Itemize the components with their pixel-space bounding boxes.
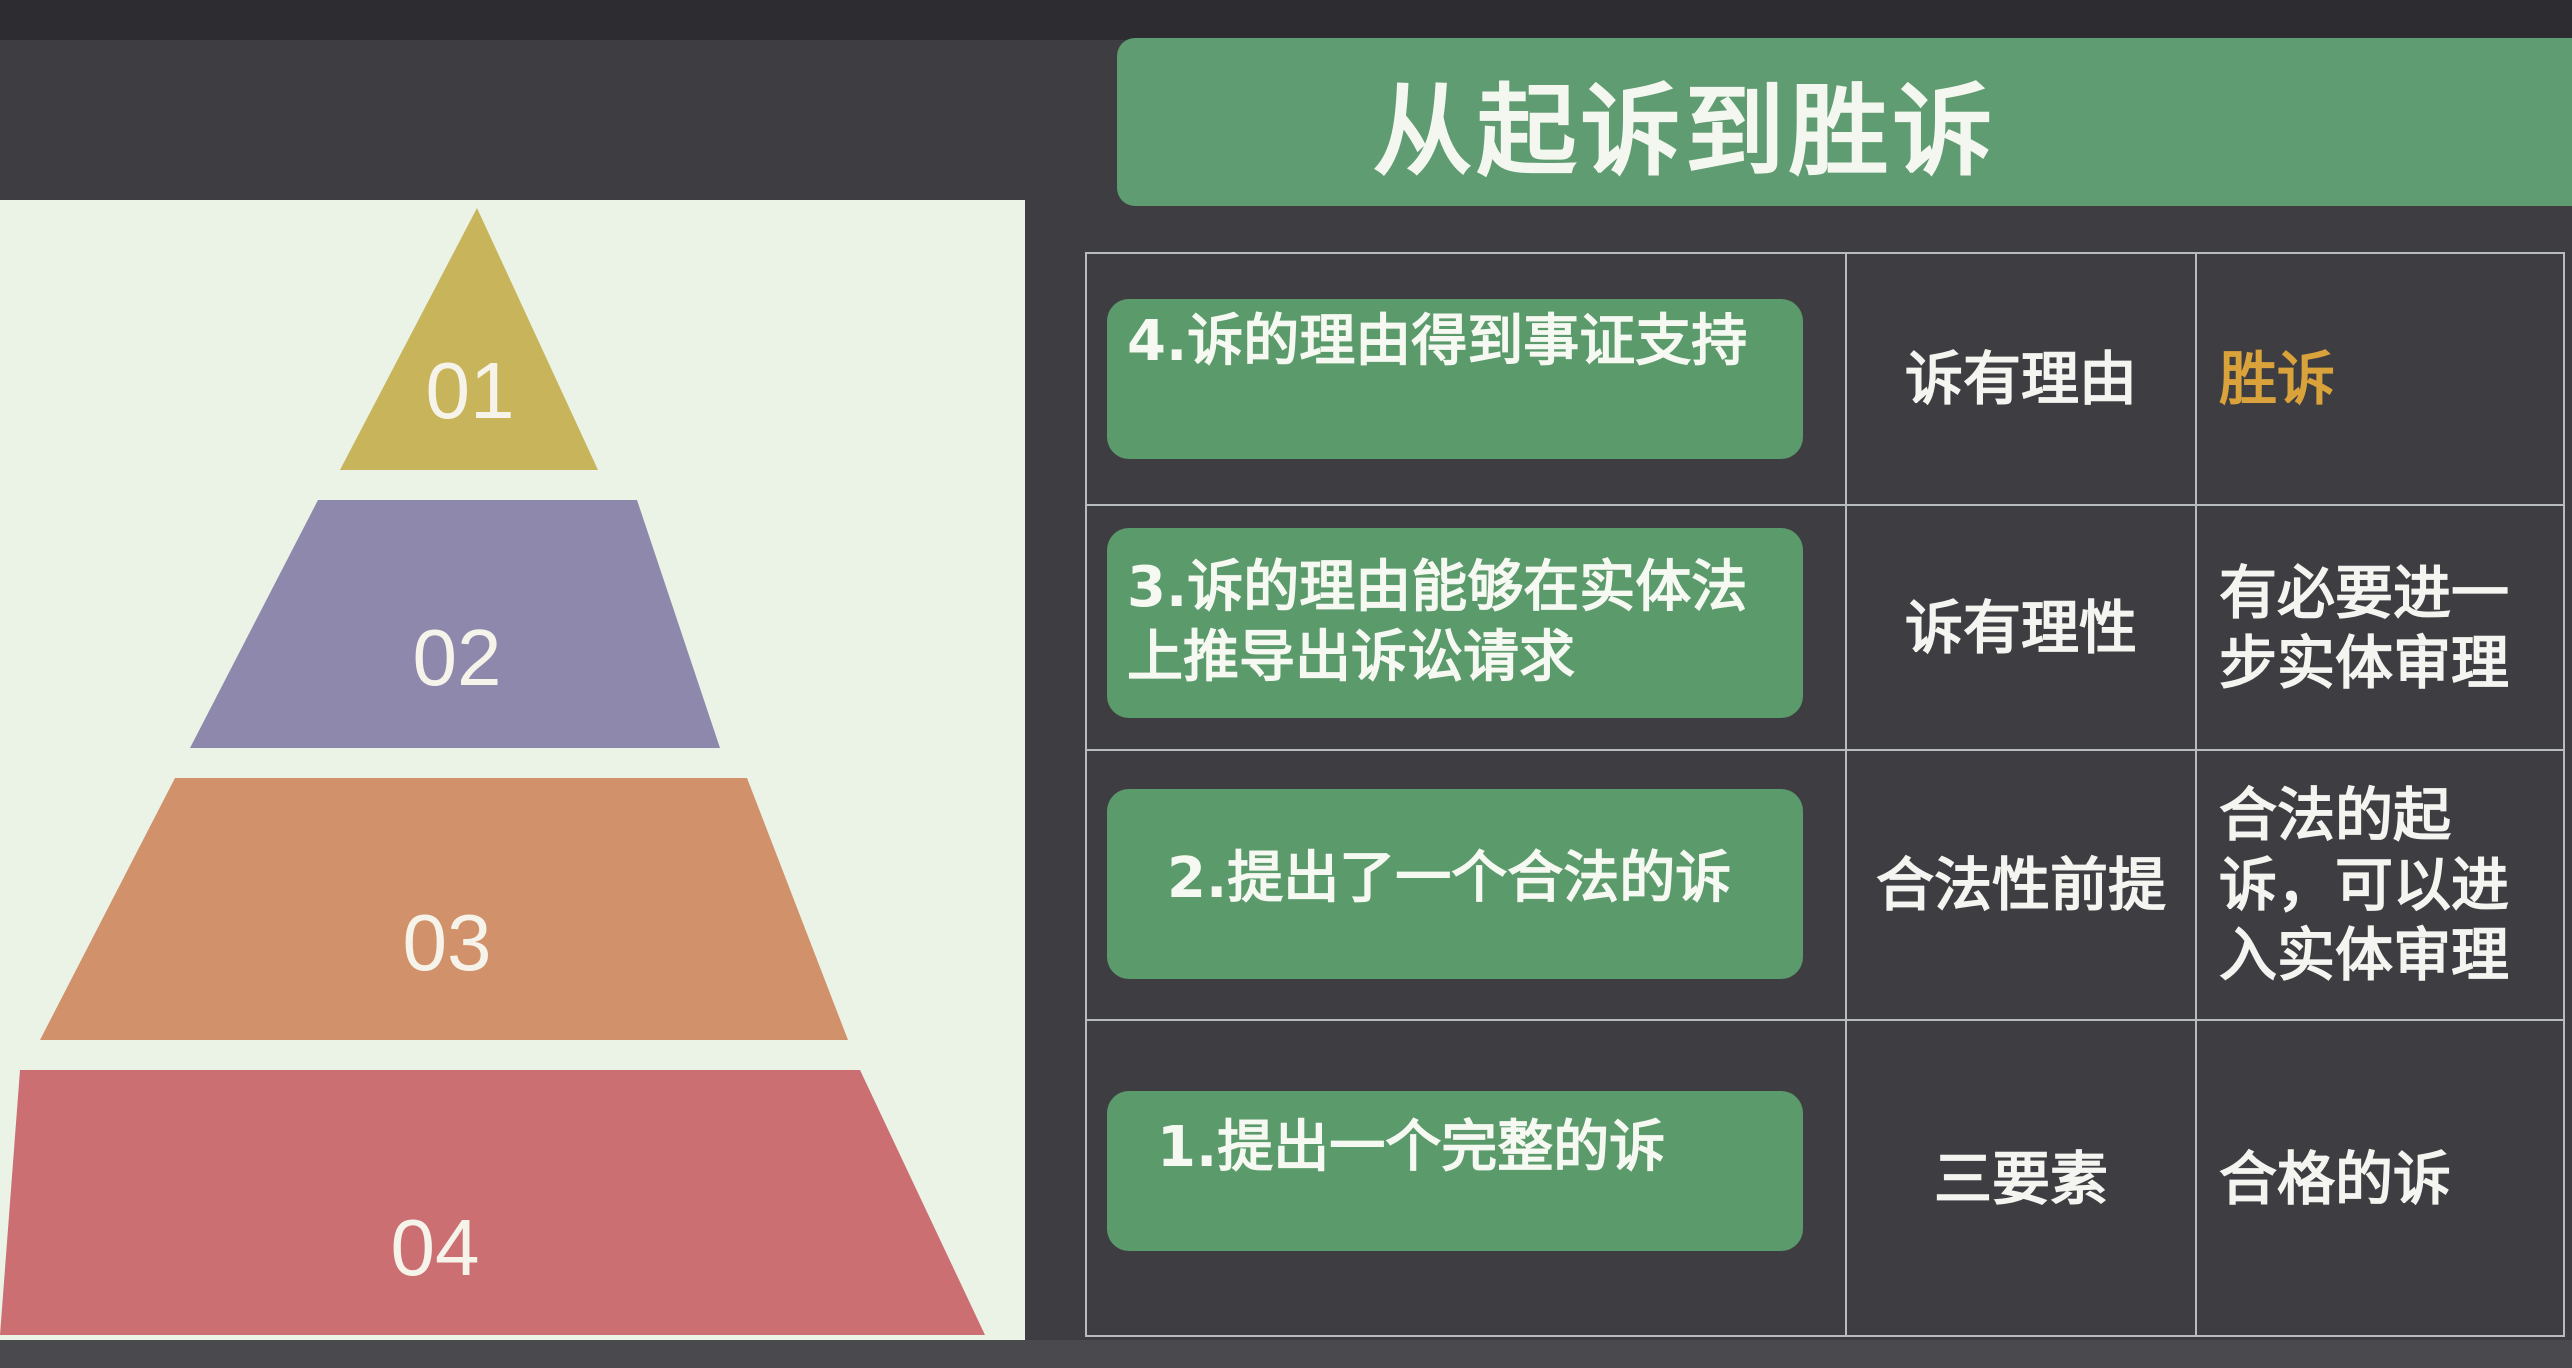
screen-top-edge xyxy=(0,0,2572,40)
step-cell: 2.提出了一个合法的诉 xyxy=(1087,751,1847,1019)
litigation-steps-table: 4.诉的理由得到事证支持 诉有理由 胜诉 3.诉的理由能够在实体法上推导出诉讼请… xyxy=(1085,252,2565,1337)
result-text: 合法的起诉，可以进入实体审理 xyxy=(2219,781,2510,989)
pyramid-label-01: 01 xyxy=(426,346,515,435)
table-row: 1.提出一个完整的诉 三要素 合格的诉 xyxy=(1087,1019,2563,1337)
table-row: 3.诉的理由能够在实体法上推导出诉讼请求 诉有理性 有必要进一步实体审理 xyxy=(1087,504,2563,749)
condition-cell: 三要素 xyxy=(1847,1021,2197,1337)
result-text: 合格的诉 xyxy=(2219,1145,2452,1213)
result-text: 有必要进一步实体审理 xyxy=(2219,558,2510,697)
screen-bottom-edge xyxy=(0,1340,2572,1368)
step-cell: 1.提出一个完整的诉 xyxy=(1087,1021,1847,1337)
condition-cell: 诉有理性 xyxy=(1847,506,2197,749)
pyramid-label-02: 02 xyxy=(413,613,502,702)
step-cell: 3.诉的理由能够在实体法上推导出诉讼请求 xyxy=(1087,506,1847,749)
pyramid-label-04: 04 xyxy=(391,1203,480,1292)
condition-cell: 合法性前提 xyxy=(1847,751,2197,1019)
step-label: 3.诉的理由能够在实体法上推导出诉讼请求 xyxy=(1107,528,1803,718)
pyramid-label-03: 03 xyxy=(403,898,492,987)
result-cell: 合法的起诉，可以进入实体审理 xyxy=(2197,751,2567,1019)
pyramid-diagram: 01 02 03 04 xyxy=(0,208,985,1335)
result-cell: 合格的诉 xyxy=(2197,1021,2567,1337)
result-text: 胜诉 xyxy=(2219,345,2336,413)
condition-text: 合法性前提 xyxy=(1875,851,2166,919)
step-label: 4.诉的理由得到事证支持 xyxy=(1107,299,1803,459)
slide-title: 从起诉到胜诉 xyxy=(1372,72,1997,190)
condition-text: 诉有理由 xyxy=(1904,345,2137,413)
step-cell: 4.诉的理由得到事证支持 xyxy=(1087,254,1847,504)
result-cell: 胜诉 xyxy=(2197,254,2567,504)
step-label: 2.提出了一个合法的诉 xyxy=(1107,789,1803,979)
step-label: 1.提出一个完整的诉 xyxy=(1107,1091,1803,1251)
pyramid-level-04 xyxy=(0,1070,985,1335)
title-banner: 从起诉到胜诉 xyxy=(1117,38,2572,206)
condition-text: 诉有理性 xyxy=(1904,593,2137,662)
table-row: 2.提出了一个合法的诉 合法性前提 合法的起诉，可以进入实体审理 xyxy=(1087,749,2563,1019)
pyramid-panel: 01 02 03 04 xyxy=(0,200,1025,1340)
condition-text: 三要素 xyxy=(1933,1145,2108,1213)
condition-cell: 诉有理由 xyxy=(1847,254,2197,504)
result-cell: 有必要进一步实体审理 xyxy=(2197,506,2567,749)
table-row: 4.诉的理由得到事证支持 诉有理由 胜诉 xyxy=(1087,254,2563,504)
